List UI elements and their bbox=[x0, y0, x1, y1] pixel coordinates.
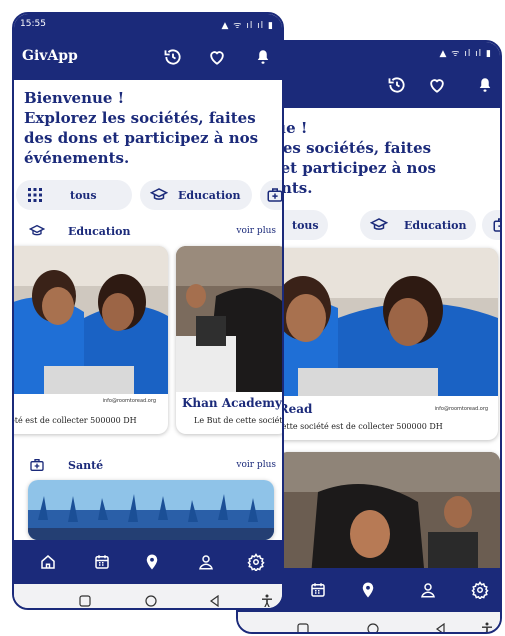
favorites-heart-icon[interactable] bbox=[204, 44, 230, 70]
bottom-navigation bbox=[14, 540, 282, 584]
home-circle-icon[interactable] bbox=[142, 592, 160, 608]
grid-icon bbox=[24, 184, 46, 206]
front-phone-screenshot: 15:55 ▲ ᯤ ıl ıl ▮ GivApp Bienvenue ! Exp… bbox=[12, 12, 284, 610]
medical-kit-icon bbox=[26, 454, 48, 476]
home-icon[interactable] bbox=[36, 550, 60, 574]
app-title: GivApp bbox=[22, 48, 78, 64]
recents-icon[interactable] bbox=[294, 620, 312, 632]
card-sante[interactable] bbox=[28, 480, 274, 540]
card-image-crowd-celebration bbox=[28, 480, 274, 540]
card-image-children-reading bbox=[14, 246, 168, 394]
home-circle-icon[interactable] bbox=[364, 620, 382, 632]
settings-icon[interactable] bbox=[468, 578, 492, 602]
section-header-education: Education voir plus bbox=[26, 220, 276, 242]
calendar-icon[interactable] bbox=[90, 550, 114, 574]
status-time: 15:55 bbox=[20, 19, 46, 29]
history-icon[interactable] bbox=[384, 72, 410, 98]
back-icon[interactable] bbox=[206, 592, 224, 608]
app-bar: GivApp bbox=[14, 36, 282, 80]
filter-chip-education[interactable]: Education bbox=[360, 210, 476, 240]
medical-kit-icon bbox=[490, 214, 500, 236]
location-pin-icon[interactable] bbox=[140, 550, 164, 574]
favorites-heart-icon[interactable] bbox=[424, 72, 450, 98]
filter-chip-sante[interactable] bbox=[482, 210, 500, 240]
card-room-to-read[interactable]: info@roomtoread.org été est de collecter… bbox=[14, 246, 168, 434]
profile-icon[interactable] bbox=[416, 578, 440, 602]
system-navigation-bar bbox=[14, 584, 282, 608]
back-icon[interactable] bbox=[432, 620, 450, 632]
graduation-cap-icon bbox=[368, 214, 390, 236]
settings-icon[interactable] bbox=[244, 550, 268, 574]
calendar-icon[interactable] bbox=[306, 578, 330, 602]
filter-chip-sante[interactable] bbox=[260, 180, 282, 210]
accessibility-icon[interactable] bbox=[258, 592, 276, 608]
medical-kit-icon bbox=[264, 184, 282, 206]
system-navigation-bar bbox=[238, 612, 500, 632]
see-more-sante-link[interactable]: voir plus bbox=[236, 460, 276, 470]
welcome-text: Bienvenue ! Explorez les sociétés, faite… bbox=[24, 89, 259, 167]
status-icons: ▲ ᯤ ıl ıl ▮ bbox=[439, 49, 492, 59]
graduation-cap-icon bbox=[26, 220, 48, 242]
notifications-bell-icon[interactable] bbox=[250, 44, 276, 70]
status-icons: ▲ ᯤ ıl ıl ▮ bbox=[221, 21, 274, 31]
accessibility-icon[interactable] bbox=[478, 620, 496, 632]
filter-chip-tous[interactable]: tous bbox=[16, 180, 132, 210]
graduation-cap-icon bbox=[148, 184, 170, 206]
location-pin-icon[interactable] bbox=[356, 578, 380, 602]
filter-chip-education[interactable]: Education bbox=[140, 180, 252, 210]
card-image-classroom bbox=[176, 246, 282, 392]
profile-icon[interactable] bbox=[194, 550, 218, 574]
notifications-bell-icon[interactable] bbox=[472, 72, 498, 98]
section-header-sante: Santé voir plus bbox=[26, 454, 276, 476]
recents-icon[interactable] bbox=[76, 592, 94, 608]
status-bar: 15:55 ▲ ᯤ ıl ıl ▮ bbox=[14, 14, 282, 36]
history-icon[interactable] bbox=[160, 44, 186, 70]
card-khan-academy[interactable]: Khan Academy Le But de cette sociét bbox=[176, 246, 282, 434]
see-more-education-link[interactable]: voir plus bbox=[236, 226, 276, 236]
